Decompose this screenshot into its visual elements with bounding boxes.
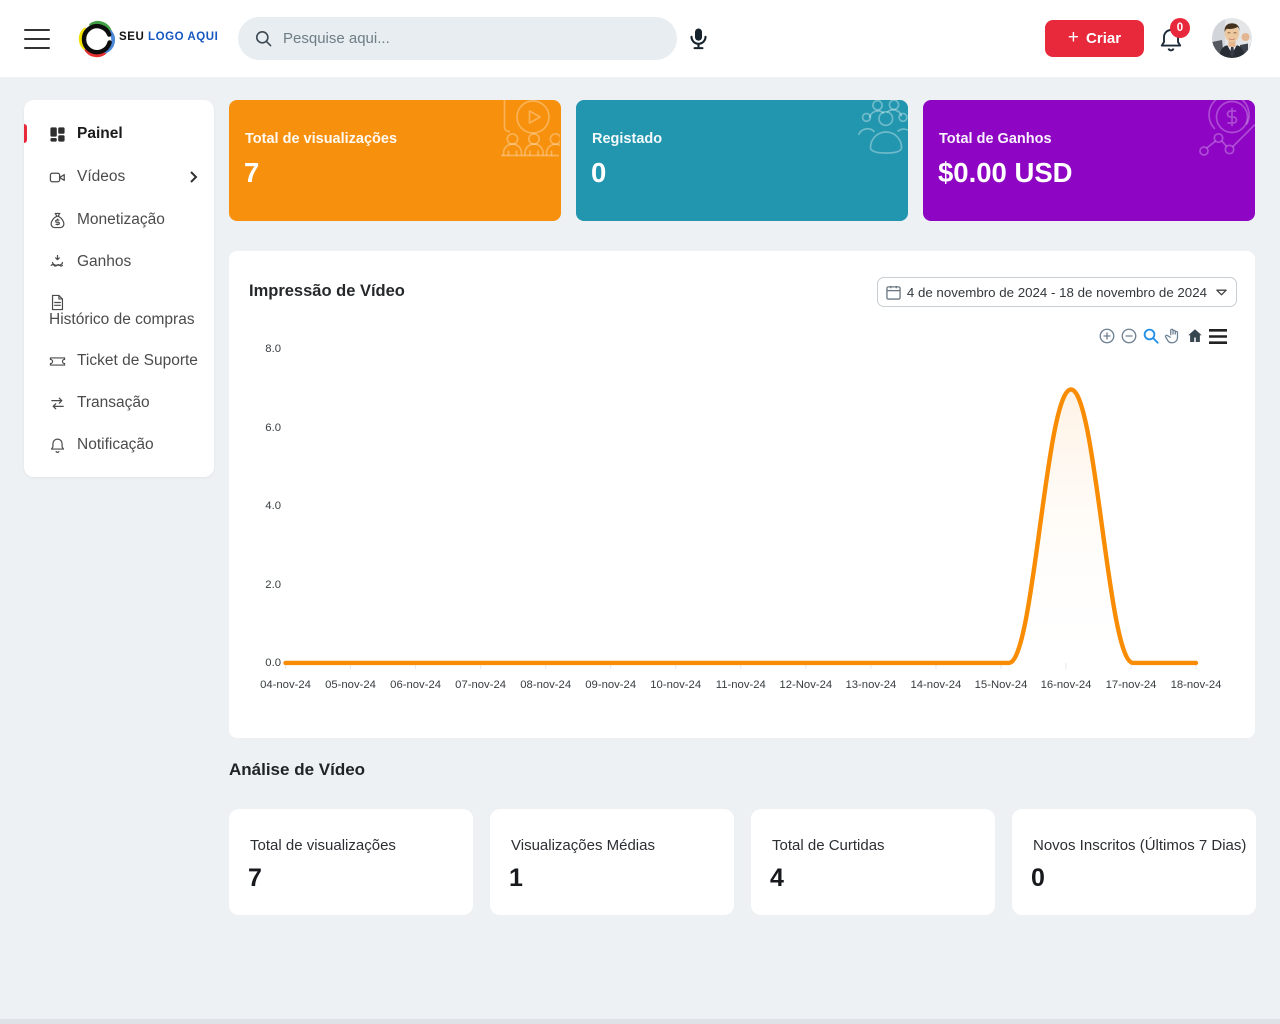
svg-text:04-nov-24: 04-nov-24: [260, 679, 311, 691]
svg-text:14-nov-24: 14-nov-24: [910, 679, 961, 691]
svg-text:07-nov-24: 07-nov-24: [455, 679, 506, 691]
svg-text:15-Nov-24: 15-Nov-24: [975, 679, 1028, 691]
svg-text:0.0: 0.0: [265, 657, 281, 669]
svg-text:10-nov-24: 10-nov-24: [650, 679, 701, 691]
svg-text:8.0: 8.0: [265, 343, 281, 355]
svg-text:06-nov-24: 06-nov-24: [390, 679, 441, 691]
svg-text:13-nov-24: 13-nov-24: [845, 679, 896, 691]
svg-text:16-nov-24: 16-nov-24: [1041, 679, 1092, 691]
svg-text:12-Nov-24: 12-Nov-24: [779, 679, 832, 691]
svg-text:08-nov-24: 08-nov-24: [520, 679, 571, 691]
svg-text:11-nov-24: 11-nov-24: [716, 679, 766, 691]
svg-text:09-nov-24: 09-nov-24: [585, 679, 636, 691]
svg-text:2.0: 2.0: [265, 579, 281, 591]
svg-text:05-nov-24: 05-nov-24: [325, 679, 376, 691]
svg-text:4.0: 4.0: [265, 500, 281, 512]
svg-text:18-nov-24: 18-nov-24: [1171, 679, 1222, 691]
svg-text:17-nov-24: 17-nov-24: [1106, 679, 1157, 691]
svg-text:6.0: 6.0: [265, 422, 281, 434]
